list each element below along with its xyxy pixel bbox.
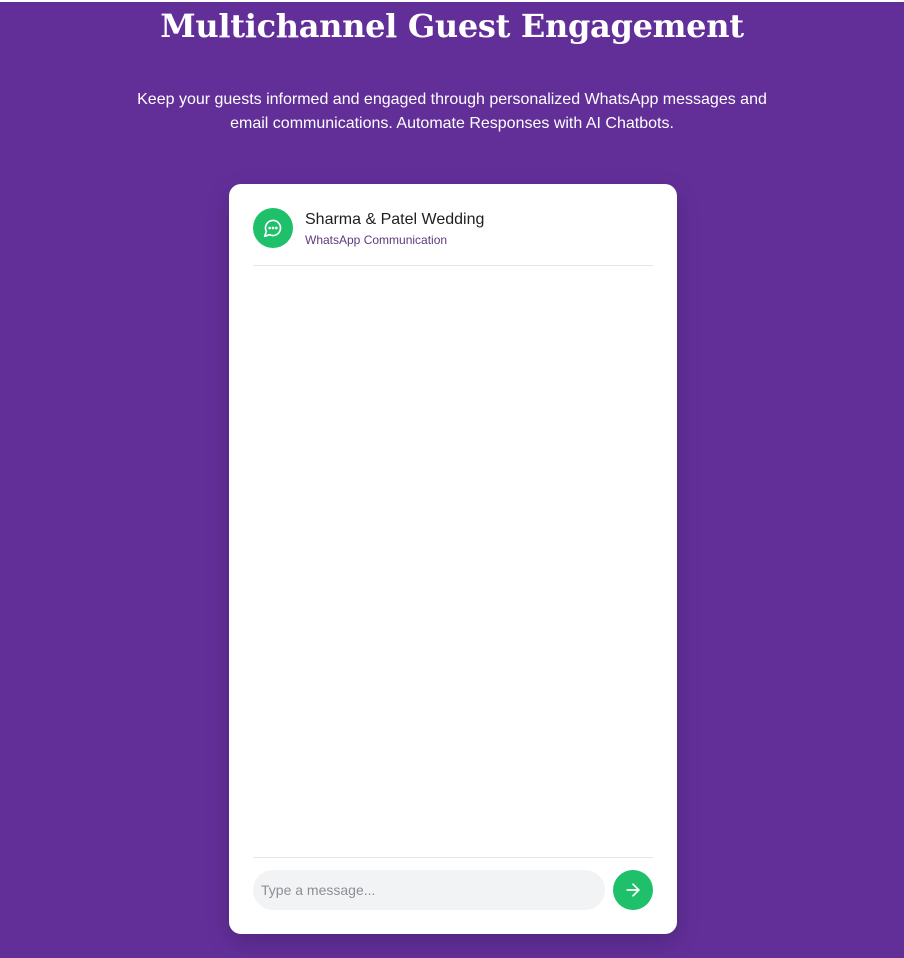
hero-subtitle-line-2: email communications. Automate Responses… <box>230 115 674 132</box>
page-title: Multichannel Guest Engagement <box>160 7 744 45</box>
chat-window: Sharma & Patel Wedding WhatsApp Communic… <box>229 184 677 934</box>
arrow-right-icon <box>623 880 643 900</box>
chat-subtitle: WhatsApp Communication <box>305 233 448 247</box>
top-divider <box>0 0 904 2</box>
chat-avatar <box>253 208 293 248</box>
chat-title: Sharma & Patel Wedding <box>305 211 485 228</box>
hero-subtitle: Keep your guests informed and engaged th… <box>102 88 802 136</box>
message-composer <box>253 857 653 911</box>
message-list[interactable] <box>253 266 653 856</box>
chat-header: Sharma & Patel Wedding WhatsApp Communic… <box>253 208 653 266</box>
hero-subtitle-line-1: Keep your guests informed and engaged th… <box>137 91 767 108</box>
send-button[interactable] <box>613 870 653 910</box>
message-input[interactable] <box>253 870 605 910</box>
message-circle-icon <box>263 218 283 238</box>
